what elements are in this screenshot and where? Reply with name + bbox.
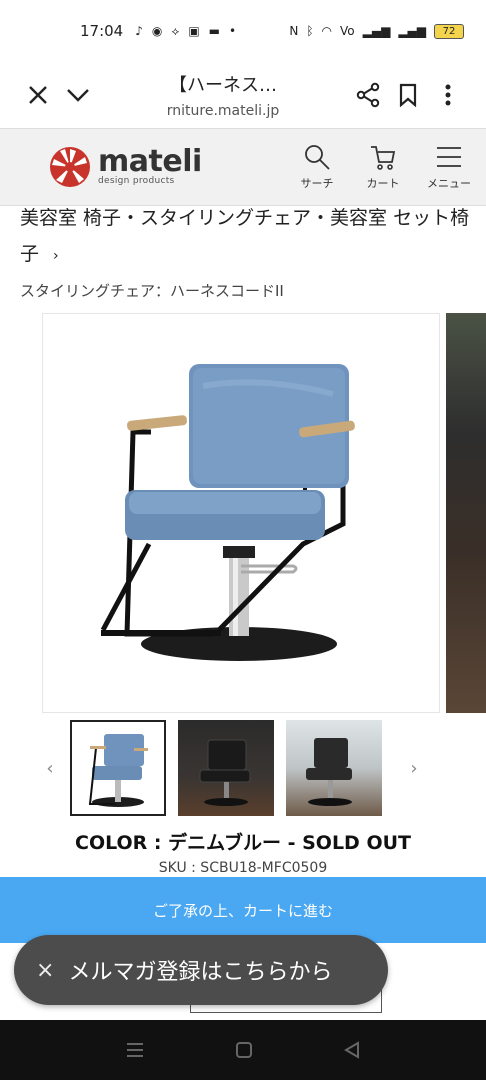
page-title-box[interactable]: 【ハーネス… rniture.mateli.jp: [98, 71, 348, 119]
chair-thumbnail-room: [306, 738, 352, 806]
product-sku: SKU : SCBU18-MFC0509: [158, 860, 328, 876]
menu-label: メニュー: [427, 177, 471, 190]
battery-level: 72: [442, 25, 456, 37]
dot-icon: •: [229, 24, 237, 38]
chair-illustration: [100, 364, 355, 661]
search-icon: [305, 145, 330, 170]
bookmark-button[interactable]: [388, 75, 428, 115]
search-button[interactable]: サーチ: [294, 143, 340, 191]
chevron-down-icon: [67, 89, 89, 102]
close-tab-button[interactable]: [18, 75, 58, 115]
cell-signal-icon: ▂▄▆: [362, 24, 391, 38]
chrome-icon: ◉: [151, 24, 163, 38]
bluetooth-icon: ᛒ: [306, 24, 314, 38]
thumbnail-3[interactable]: [286, 720, 382, 816]
thumbnail-2[interactable]: [178, 720, 274, 816]
cell-signal-2-icon: ▂▄▆: [398, 24, 426, 38]
cart-label: カート: [366, 177, 400, 190]
product-color: COLOR : デニムブルー - SOLD OUT: [75, 832, 411, 854]
overflow-menu-button[interactable]: [428, 75, 468, 115]
mail-icon: ▬: [208, 24, 221, 38]
product-main-image[interactable]: [42, 313, 440, 713]
volte-icon: Vo: [340, 24, 355, 38]
share-icon: [356, 82, 380, 108]
proceed-to-cart-button[interactable]: ご了承の上、カートに進む: [0, 877, 486, 943]
thumbnail-strip: ‹ ›: [30, 719, 460, 817]
menu-button[interactable]: メニュー: [426, 143, 472, 191]
browser-page-title: 【ハーネス…: [169, 75, 277, 96]
system-nav-bar: [0, 1020, 486, 1080]
status-time: 17:04: [80, 22, 124, 40]
wifi-icon: ◠: [321, 24, 332, 38]
back-icon[interactable]: [343, 1041, 361, 1059]
share-button[interactable]: [348, 75, 388, 115]
browser-url: rniture.mateli.jp: [166, 103, 280, 119]
nfc-icon: N: [289, 24, 299, 38]
home-icon[interactable]: [235, 1041, 253, 1059]
more-vert-icon: [445, 84, 451, 106]
hamburger-icon: [437, 147, 461, 167]
cart-button[interactable]: カート: [360, 143, 406, 191]
thumb-next-button[interactable]: ›: [394, 758, 434, 779]
product-subtitle: スタイリングチェア：ハーネスコードII: [20, 282, 284, 300]
breadcrumb-text[interactable]: 美容室 椅子・スタイリングチェア・美容室 セット椅子: [20, 207, 469, 265]
tiktok-icon: ♪: [135, 24, 143, 38]
logo-mark-icon: [50, 147, 90, 187]
chevron-left-icon: ‹: [46, 757, 54, 779]
bookmark-icon: [399, 83, 417, 107]
proceed-to-cart-label: ご了承の上、カートに進む: [152, 901, 333, 920]
newsletter-banner[interactable]: × メルマガ登録はこちらから: [14, 935, 388, 1005]
chair-thumbnail-blue: [88, 734, 148, 807]
battery-icon: 72: [434, 23, 464, 39]
cart-icon: [371, 146, 396, 170]
status-bar: 17:04 ♪ ◉ ⟡ ▣ ▬ • N ᛒ ◠ Vo ▂▄▆ ▂▄▆ 72: [0, 0, 486, 62]
close-icon[interactable]: ×: [36, 958, 54, 983]
newsletter-label: メルマガ登録はこちらから: [68, 960, 333, 985]
chair-thumbnail-black: [199, 739, 251, 806]
notification-icon: ▣: [188, 24, 200, 38]
signal-app-icon: ⟡: [171, 23, 180, 38]
breadcrumb[interactable]: 美容室 椅子・スタイリングチェア・美容室 セット椅子 ›: [20, 200, 470, 274]
browser-toolbar: 【ハーネス… rniture.mateli.jp: [0, 62, 486, 128]
chevron-right-icon: ›: [410, 757, 418, 779]
site-header: mateli design products サーチ カート メニュー: [0, 128, 486, 206]
collapse-button[interactable]: [58, 75, 98, 115]
breadcrumb-arrow: ›: [53, 248, 59, 264]
search-label: サーチ: [300, 177, 334, 190]
recents-icon[interactable]: [125, 1041, 145, 1059]
logo-name: mateli: [98, 144, 202, 179]
thumbnail-1[interactable]: [70, 720, 166, 816]
thumb-prev-button[interactable]: ‹: [30, 758, 70, 779]
site-logo[interactable]: mateli design products: [48, 145, 202, 189]
close-icon: [29, 86, 47, 104]
next-product-image-peek[interactable]: [446, 313, 486, 713]
